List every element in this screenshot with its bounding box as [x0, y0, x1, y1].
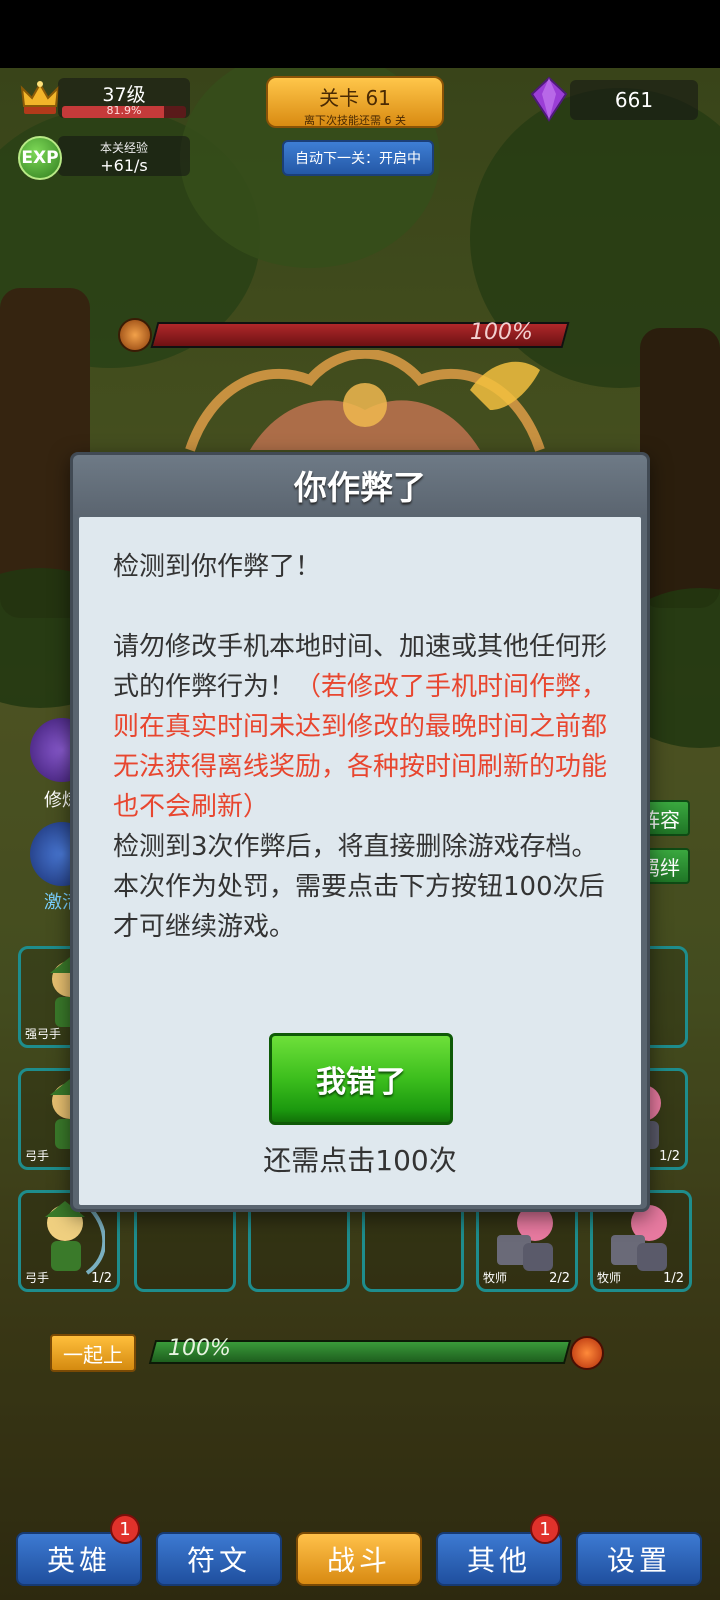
cheat-warning-dialog: 你作弊了 检测到你作弊了！ 请勿修改手机本地时间、加速或其他任何形式的作弊行为！… — [70, 452, 650, 1212]
confirm-button[interactable]: 我错了 — [269, 1033, 453, 1125]
nav-battle-label: 战斗 — [326, 1544, 391, 1577]
exp-icon: EXP — [18, 136, 62, 180]
slot-label: 弓手 — [25, 1271, 50, 1285]
dialog-title: 你作弊了 — [294, 468, 426, 507]
message-delete-save: 检测到3次作弊后，将直接删除游戏存档。 — [113, 832, 598, 862]
fire-icon[interactable] — [570, 1336, 604, 1370]
crown-icon — [20, 81, 60, 114]
slot-label: 牧师 — [597, 1271, 622, 1285]
dialog-body: 检测到你作弊了！ 请勿修改手机本地时间、加速或其他任何形式的作弊行为！（若修改了… — [79, 517, 641, 1205]
boss-icon — [118, 318, 152, 352]
nav-heroes-label: 英雄 — [46, 1544, 111, 1577]
nav-heroes[interactable]: 英雄 1 — [16, 1514, 142, 1586]
slot-label: 牧师 — [483, 1271, 508, 1285]
gem-count: 661 — [570, 80, 698, 120]
exp-title: 本关经验 — [99, 141, 148, 155]
dialog-header: 你作弊了 — [73, 455, 647, 515]
auto-next-button[interactable]: 自动下一关：开启中 — [282, 140, 434, 176]
nav-runes-label: 符文 — [186, 1544, 251, 1577]
level-progress-text: 81.9% — [106, 104, 142, 117]
slot-count: 2/2 — [549, 1271, 570, 1286]
dragon-boss-icon — [185, 350, 545, 452]
slot-count: 1/2 — [659, 1149, 680, 1164]
nav-battle[interactable]: 战斗 — [296, 1532, 422, 1586]
nav-other-label: 其他 — [466, 1544, 531, 1577]
status-bar — [0, 0, 720, 68]
nav-settings-label: 设置 — [606, 1544, 671, 1577]
nav-heroes-badge: 1 — [110, 1514, 140, 1544]
message-detected: 检测到你作弊了！ — [113, 552, 322, 582]
message-penalty: 本次作为处罚，需要点击下方按钮100次后才可继续游戏。 — [113, 872, 605, 942]
player-level: 37级 — [102, 84, 146, 106]
exp-rate: +61/s — [100, 156, 148, 175]
stage-title: 关卡 61 — [319, 86, 391, 110]
slot-count: 1/2 — [91, 1271, 112, 1286]
slot-count: 1/2 — [663, 1271, 684, 1286]
dialog-message: 检测到你作弊了！ 请勿修改手机本地时间、加速或其他任何形式的作弊行为！（若修改了… — [113, 547, 613, 947]
boss-hp-text: 100% — [470, 320, 533, 345]
remaining-clicks: 还需点击100次 — [263, 1144, 457, 1177]
nav-settings[interactable]: 设置 — [576, 1532, 702, 1586]
stage-button[interactable]: 关卡 61 离下次技能还需 6 关 — [266, 76, 444, 128]
wave-progress-text: 100% — [168, 1336, 231, 1361]
nav-other[interactable]: 其他 1 — [436, 1514, 562, 1586]
slot-label: 强弓手 — [25, 1027, 62, 1041]
gem-icon — [530, 76, 568, 122]
together-button[interactable]: 一起上 — [50, 1334, 136, 1372]
stage-subtitle: 离下次技能还需 6 关 — [304, 114, 406, 127]
nav-runes[interactable]: 符文 — [156, 1532, 282, 1586]
slot-label: 弓手 — [25, 1149, 50, 1163]
message-warning: 请勿修改手机本地时间、加速或其他任何形式的作弊行为！（若修改了手机时间作弊，则在… — [113, 627, 613, 827]
nav-other-badge: 1 — [530, 1514, 560, 1544]
